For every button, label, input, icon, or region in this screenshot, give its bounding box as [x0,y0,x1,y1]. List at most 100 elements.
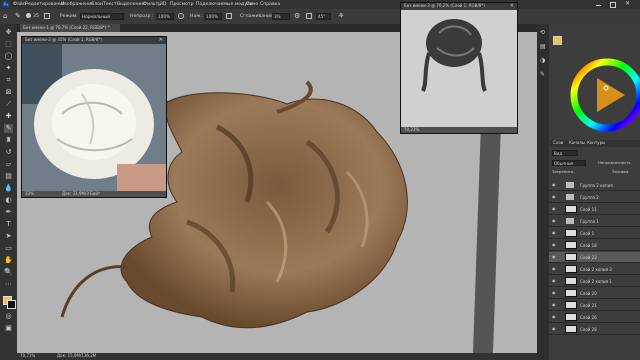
menu-select[interactable]: Выделение [117,2,144,7]
brush-preset-dot[interactable] [26,13,31,18]
menu-plugins[interactable]: Подключаемые модули [196,2,253,7]
minimize-icon[interactable] [596,5,601,6]
visibility-eye-icon[interactable]: ◉ [552,267,557,271]
pressure-opacity-icon[interactable] [178,13,184,19]
close-icon[interactable]: ✕ [625,1,630,7]
menu-file[interactable]: Файл [13,2,26,7]
layer-row[interactable]: ◉ Слой 18 [549,240,640,251]
blend-mode-select[interactable]: Обычные [552,160,586,166]
zoom-tool-icon[interactable]: 🔍 [4,268,13,277]
reference-window-right-titlebar[interactable]: Без имени-3 @ 70,2% (Слой 1, RGB/8*) ✕ [401,3,517,10]
menu-type[interactable]: Текст [103,2,117,7]
layer-row[interactable]: ◉ Слой 21 [549,300,640,311]
layer-row[interactable]: ◉ Слой 26 [549,312,640,323]
layer-thumbnail [565,325,577,333]
menu-layers[interactable]: Слои [91,2,103,7]
move-tool-icon[interactable]: ✥ [4,28,13,37]
brush-settings-icon[interactable] [44,13,50,19]
brush-tool-icon[interactable]: ✎ [4,124,13,133]
close-icon[interactable]: ✕ [159,38,163,43]
frame-tool-icon[interactable]: ⊠ [4,88,13,97]
menu-edit[interactable]: Редактирование [25,2,65,7]
healing-tool-icon[interactable]: ✚ [4,112,13,121]
canvas-area[interactable]: Без имени-2 @ 35% (Слой 1, RGB/8*) ✕ 33%… [17,2,537,354]
layer-row[interactable]: ◉ Слой 20 [549,288,640,299]
history-brush-icon[interactable]: ↺ [4,148,13,157]
eyedropper-tool-icon[interactable]: ⟋ [4,100,13,109]
menu-help[interactable]: Справка [260,2,280,7]
menu-3d[interactable]: 3D [160,2,166,7]
angle-field[interactable]: 45° [316,13,331,20]
close-icon[interactable]: ✕ [510,4,514,9]
dodge-tool-icon[interactable]: ◐ [4,196,13,205]
visibility-eye-icon[interactable]: ◉ [552,219,557,223]
screen-mode-icon[interactable]: ▣ [4,324,13,333]
tab-channels[interactable]: Каналы [569,141,585,145]
layer-row[interactable]: ◉ Группа 1 [549,216,640,227]
gradient-tool-icon[interactable]: ▤ [4,172,13,181]
visibility-eye-icon[interactable]: ◉ [552,279,557,283]
layer-row[interactable]: ◉ Группа 2 копия [549,180,640,191]
gear-icon[interactable]: ⚙ [294,12,300,20]
visibility-eye-icon[interactable]: ◉ [552,303,557,307]
visibility-eye-icon[interactable]: ◉ [552,327,557,331]
visibility-eye-icon[interactable]: ◉ [552,195,557,199]
background-color-swatch[interactable] [7,300,16,309]
menu-view[interactable]: Просмотр [170,2,194,7]
menu-filter[interactable]: Фильтр [143,2,161,7]
shape-tool-icon[interactable]: ▭ [4,244,13,253]
document-tab[interactable]: Без имени-1 @ 70,7% (Слой 22, RGB/8*) * [20,24,120,32]
fg-color-chip[interactable] [553,36,562,45]
reference-window-left[interactable]: Без имени-2 @ 35% (Слой 1, RGB/8*) ✕ 33%… [21,36,167,198]
opacity-field[interactable]: 100% [156,13,174,20]
brush-tool-icon[interactable]: ✎ [15,12,21,20]
brushes-icon[interactable]: ✎ [540,72,545,78]
blur-tool-icon[interactable]: 💧 [4,184,13,193]
airbrush-icon[interactable] [226,13,232,19]
layer-row[interactable]: ◉ Слой 1 [549,228,640,239]
visibility-eye-icon[interactable]: ◉ [552,243,557,247]
marquee-tool-icon[interactable]: ⬚ [4,40,13,49]
crop-tool-icon[interactable]: ⌗ [4,76,13,85]
home-icon[interactable]: ⌂ [3,12,7,20]
layer-row[interactable]: ◉ Слой 2 копия 3 [549,264,640,275]
hand-tool-icon[interactable]: ✋ [4,256,13,265]
adjustments-icon[interactable]: ◑ [540,58,545,64]
layer-row[interactable]: ◉ Слой 2 копия 1 [549,276,640,287]
pen-tool-icon[interactable]: ✒ [4,208,13,217]
history-icon[interactable]: ⟲ [540,30,545,36]
angle-icon[interactable] [306,13,312,19]
maximize-icon[interactable] [610,2,616,8]
lasso-tool-icon[interactable]: ◯ [4,52,13,61]
layer-row[interactable]: ◉ Слой 28 [549,324,640,335]
menu-image[interactable]: Изображение [61,2,94,7]
quick-mask-icon[interactable]: ◎ [4,312,13,321]
symmetry-icon[interactable]: ⚘ [338,12,344,20]
reference-window-right[interactable]: Без имени-3 @ 70,2% (Слой 1, RGB/8*) ✕ 7… [400,2,518,134]
layer-row[interactable]: ◉ Слой 22 [549,252,640,263]
layer-filter-select[interactable]: Вид [552,150,578,156]
color-wheel[interactable] [570,58,640,132]
reference-window-left-titlebar[interactable]: Без имени-2 @ 35% (Слой 1, RGB/8*) ✕ [22,37,166,44]
visibility-eye-icon[interactable]: ◉ [552,207,557,211]
menu-window[interactable]: Окно [246,2,258,7]
type-tool-icon[interactable]: T [4,220,13,229]
smoothing-field[interactable]: 3% [272,13,290,20]
visibility-eye-icon[interactable]: ◉ [552,183,557,187]
tab-paths[interactable]: Контуры [587,141,605,145]
path-select-icon[interactable]: ➤ [4,232,13,241]
visibility-eye-icon[interactable]: ◉ [552,231,557,235]
properties-icon[interactable]: ▤ [540,44,546,50]
flow-field[interactable]: 100% [204,13,222,20]
more-tools-icon[interactable]: ⋯ [4,280,13,289]
stamp-tool-icon[interactable]: ♜ [4,136,13,145]
layer-row[interactable]: ◉ Группа 2 [549,192,640,203]
tab-layers[interactable]: Слои [553,141,563,145]
visibility-eye-icon[interactable]: ◉ [552,255,557,259]
visibility-eye-icon[interactable]: ◉ [552,315,557,319]
quick-select-tool-icon[interactable]: ✦ [4,64,13,73]
eraser-tool-icon[interactable]: ▱ [4,160,13,169]
mode-select[interactable]: Нормальный [80,13,124,20]
layer-row[interactable]: ◉ Слой 11 [549,204,640,215]
visibility-eye-icon[interactable]: ◉ [552,291,557,295]
